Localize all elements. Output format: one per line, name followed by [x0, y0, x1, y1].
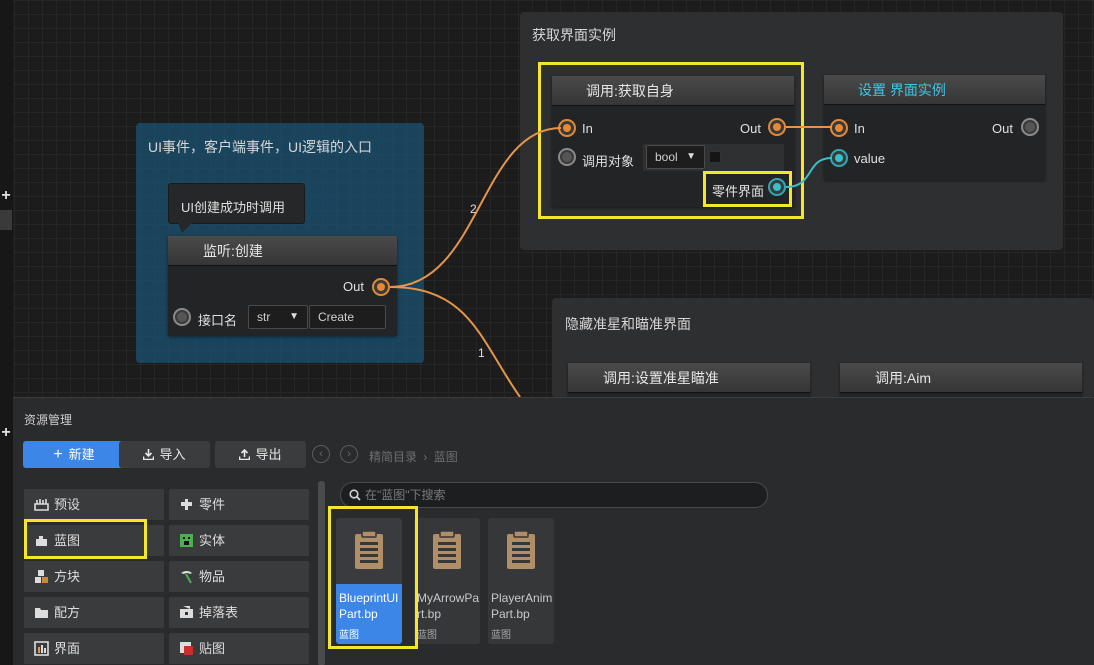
- set-instance-in-pin[interactable]: [830, 119, 848, 137]
- expand-plus-icon[interactable]: +: [0, 188, 12, 204]
- wire-order-label-1: 1: [478, 346, 485, 360]
- category-loot-table[interactable]: 掉落表: [169, 597, 309, 628]
- node-set-crosshair[interactable]: 调用:设置准星瞄准: [568, 363, 810, 397]
- category-texture-label: 贴图: [199, 641, 226, 656]
- set-instance-out-label: Out: [992, 121, 1013, 136]
- wire-order-label-2: 2: [470, 202, 477, 216]
- recipe-icon: [35, 608, 48, 618]
- asset-kind-playeranimpart: 蓝图: [491, 630, 511, 641]
- breadcrumb: 精简目录 › 蓝图: [369, 448, 458, 465]
- block-icon: [35, 570, 48, 583]
- category-block-label: 方块: [54, 569, 81, 584]
- listen-iface-label: 接口名: [198, 313, 238, 328]
- asset-manager-panel: 资源管理 + 新建 导入 导出 ‹ › 精简目录 › 蓝图 预设 零件 蓝图 实体…: [13, 397, 1094, 665]
- part-icon: [181, 499, 192, 510]
- blueprint-file-icon: [433, 530, 461, 569]
- node-listen-create-header[interactable]: 监听:创建: [168, 236, 397, 266]
- asset-playeranimpart[interactable]: PlayerAnimPart.bp 蓝图: [488, 518, 554, 644]
- listen-out-pin[interactable]: [372, 278, 390, 296]
- left-edge-strip: [0, 0, 13, 665]
- entity-icon: [180, 534, 193, 547]
- category-entity[interactable]: 实体: [169, 525, 309, 556]
- chevron-down-icon: ▼: [289, 311, 299, 322]
- set-instance-value-pin[interactable]: [830, 149, 848, 167]
- category-item[interactable]: 物品: [169, 561, 309, 592]
- search-icon: [349, 489, 361, 501]
- category-preset[interactable]: 预设: [24, 489, 164, 520]
- category-loot-table-label: 掉落表: [199, 605, 239, 620]
- group-hide-crosshair-title: 隐藏准星和瞄准界面: [565, 316, 691, 332]
- breadcrumb-root[interactable]: 精简目录: [369, 450, 417, 464]
- category-ui[interactable]: 界面: [24, 633, 164, 664]
- nav-forward-icon[interactable]: ›: [340, 445, 358, 463]
- asset-search-placeholder: 在"蓝图"下搜索: [365, 488, 446, 502]
- export-icon: [239, 448, 251, 461]
- listen-name-input[interactable]: Create: [309, 305, 386, 329]
- import-icon: [143, 449, 155, 461]
- new-button-label: 新建: [68, 447, 95, 462]
- set-instance-value-label: value: [854, 151, 886, 166]
- item-icon: [181, 571, 192, 584]
- tooltip-pointer: [178, 223, 192, 233]
- new-button[interactable]: + 新建: [23, 441, 125, 468]
- node-call-aim-header[interactable]: 调用:Aim: [840, 363, 1082, 393]
- plus-icon: +: [53, 446, 63, 463]
- expand-plus-icon-lower[interactable]: +: [0, 425, 12, 441]
- blueprint-file-icon: [507, 530, 535, 569]
- category-scrollbar[interactable]: [318, 481, 325, 665]
- left-edge-segment: [0, 210, 12, 230]
- event-tooltip: UI创建成功时调用: [168, 183, 305, 224]
- ui-icon: [34, 641, 49, 656]
- export-button-label: 导出: [255, 447, 282, 462]
- category-texture[interactable]: 贴图: [169, 633, 309, 664]
- export-button[interactable]: 导出: [215, 441, 306, 468]
- listen-out-label: Out: [343, 279, 364, 294]
- node-call-aim[interactable]: 调用:Aim: [840, 363, 1082, 397]
- node-set-instance-header[interactable]: 设置 界面实例: [824, 75, 1045, 105]
- listen-type-value: str: [257, 310, 271, 324]
- category-part-label: 零件: [199, 497, 226, 512]
- listen-type-select[interactable]: str ▼: [248, 305, 308, 329]
- category-ui-label: 界面: [54, 641, 81, 656]
- category-recipe[interactable]: 配方: [24, 597, 164, 628]
- breadcrumb-current[interactable]: 蓝图: [434, 450, 458, 464]
- group-ui-event-title: UI事件，客户端事件，UI逻辑的入口: [148, 139, 372, 155]
- category-item-label: 物品: [199, 569, 226, 584]
- asset-name-playeranimpart: PlayerAnimPart.bp: [491, 591, 553, 621]
- category-recipe-label: 配方: [54, 605, 81, 620]
- category-part[interactable]: 零件: [169, 489, 309, 520]
- import-button[interactable]: 导入: [119, 441, 210, 468]
- event-tooltip-text: UI创建成功时调用: [181, 200, 286, 215]
- loot-table-icon: [180, 606, 193, 618]
- node-set-crosshair-header[interactable]: 调用:设置准星瞄准: [568, 363, 810, 393]
- nav-back-icon[interactable]: ‹: [312, 445, 330, 463]
- asset-name-myarrowpart: MyArrowPart.bp: [417, 591, 480, 621]
- texture-icon: [180, 642, 193, 655]
- highlight-selected-asset: [328, 506, 418, 649]
- highlight-blueprint-category: [24, 519, 147, 559]
- asset-myarrowpart[interactable]: MyArrowPart.bp 蓝图: [414, 518, 480, 644]
- category-block[interactable]: 方块: [24, 561, 164, 592]
- group-get-instance-title: 获取界面实例: [532, 27, 616, 43]
- preset-icon: [34, 499, 49, 511]
- category-preset-label: 预设: [54, 497, 81, 512]
- set-instance-out-pin[interactable]: [1021, 118, 1039, 136]
- import-button-label: 导入: [159, 447, 186, 462]
- asset-manager-title: 资源管理: [24, 413, 73, 427]
- node-listen-create[interactable]: 监听:创建 Out 接口名 str ▼ Create: [168, 236, 397, 336]
- breadcrumb-separator: ›: [423, 450, 428, 464]
- set-instance-in-label: In: [854, 121, 865, 136]
- listen-iface-pin[interactable]: [173, 308, 191, 326]
- asset-search-input[interactable]: 在"蓝图"下搜索: [340, 482, 768, 508]
- category-entity-label: 实体: [199, 533, 226, 548]
- highlight-output-pin: [703, 171, 792, 207]
- node-set-instance[interactable]: 设置 界面实例 In Out value: [824, 75, 1045, 180]
